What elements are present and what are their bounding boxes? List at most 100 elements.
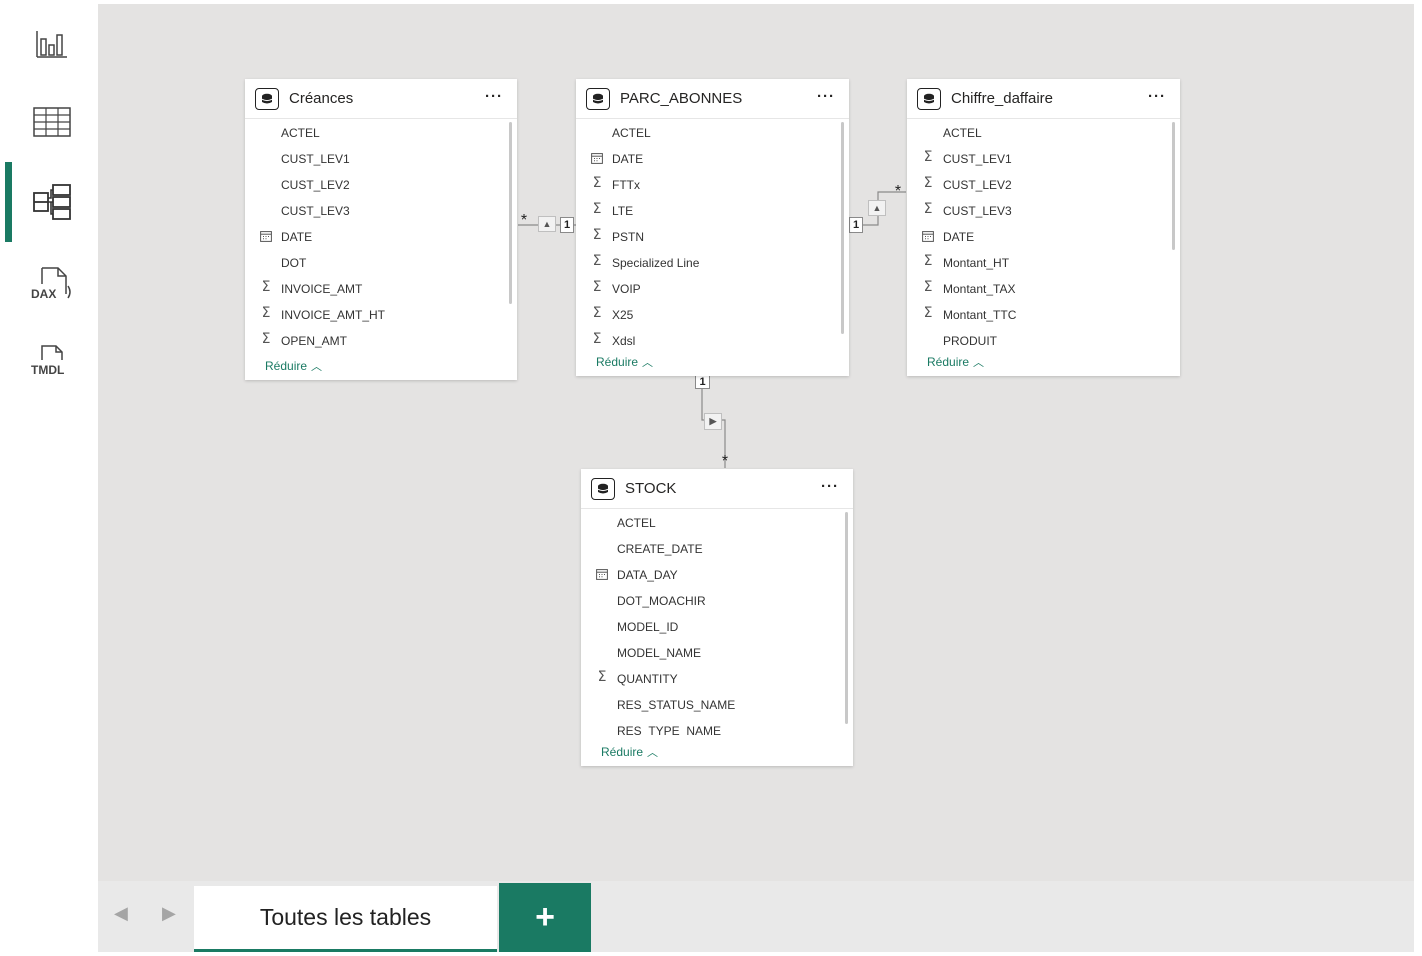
scroll-left-icon[interactable]: ◀ — [114, 903, 128, 924]
more-options-icon[interactable]: ··· — [817, 88, 835, 105]
field-row[interactable]: Σ FTTx — [576, 172, 849, 198]
sigma-icon: Σ — [923, 279, 933, 295]
field-row[interactable]: Σ OPEN_AMT — [245, 328, 517, 350]
field-row[interactable]: Σ Montant_TTC — [907, 302, 1180, 328]
field-name: VOIP — [612, 282, 641, 296]
add-layout-button[interactable]: + — [499, 883, 591, 952]
field-list-scrollbar[interactable] — [509, 122, 512, 304]
field-row[interactable]: Σ Montant_HT — [907, 250, 1180, 276]
field-row[interactable]: Σ Montant_TAX — [907, 276, 1180, 302]
table-card-chiffre-daffaire[interactable]: Chiffre_daffaire ··· ACTEL Σ CUST_LEV1 Σ CUS… — [907, 79, 1180, 376]
field-name: FTTx — [612, 178, 640, 192]
more-options-icon[interactable]: ··· — [1148, 88, 1166, 105]
field-row[interactable]: Σ QUANTITY — [581, 666, 853, 692]
field-list[interactable]: ACTEL DATE Σ FTTx Σ LTE Σ PSTN Σ Specialized Line… — [576, 120, 849, 346]
field-row[interactable]: DATA_DAY — [581, 562, 853, 588]
sigma-icon: Σ — [592, 253, 602, 269]
field-row[interactable]: DATE — [907, 224, 1180, 250]
field-row[interactable]: Σ LTE — [576, 198, 849, 224]
field-name: MODEL_ID — [617, 620, 679, 634]
model-view-button[interactable] — [5, 162, 98, 242]
table-header[interactable]: Chiffre_daffaire ··· — [907, 79, 1180, 119]
filter-direction-arrow-icon[interactable]: ▶ — [704, 413, 722, 430]
table-header[interactable]: Créances ··· — [245, 79, 517, 119]
field-row[interactable]: ACTEL — [576, 120, 849, 146]
collapse-label: Réduire — [265, 359, 308, 373]
filter-direction-arrow-icon[interactable]: ▲ — [868, 200, 886, 216]
scroll-right-icon[interactable]: ▶ — [162, 903, 176, 924]
sigma-icon: Σ — [261, 331, 271, 347]
field-row[interactable]: Σ CUST_LEV1 — [907, 146, 1180, 172]
field-row[interactable]: Σ VOIP — [576, 276, 849, 302]
more-options-icon[interactable]: ··· — [821, 478, 839, 495]
field-row[interactable]: DATE — [245, 224, 517, 250]
field-list-scrollbar[interactable] — [845, 512, 848, 724]
field-name: CREATE_DATE — [617, 542, 703, 556]
table-title: PARC_ABONNES — [620, 90, 743, 107]
field-row[interactable]: MODEL_NAME — [581, 640, 853, 666]
field-row[interactable]: Σ PSTN — [576, 224, 849, 250]
field-row[interactable]: DATE — [576, 146, 849, 172]
view-switcher-rail: DAX TMDL — [5, 4, 98, 952]
field-type-blank-icon — [595, 723, 609, 736]
sigma-icon: Σ — [592, 279, 602, 295]
sigma-icon: Σ — [592, 305, 602, 321]
field-row[interactable]: ACTEL — [581, 510, 853, 536]
table-card-parc-abonnes[interactable]: PARC_ABONNES ··· ACTEL DATE Σ FTTx Σ LTE Σ PSTN… — [576, 79, 849, 376]
field-row[interactable]: Σ INVOICE_AMT_HT — [245, 302, 517, 328]
field-row[interactable]: MODEL_ID — [581, 614, 853, 640]
table-header[interactable]: PARC_ABONNES ··· — [576, 79, 849, 119]
collapse-button[interactable]: Réduire ︿ — [265, 358, 322, 374]
table-card-creances[interactable]: Créances ··· ACTEL CUST_LEV1 CUST_LEV2 CUST… — [245, 79, 517, 380]
field-row[interactable]: ACTEL — [245, 120, 517, 146]
collapse-label: Réduire — [596, 355, 639, 369]
more-options-icon[interactable]: ··· — [485, 88, 503, 105]
field-list[interactable]: ACTEL Σ CUST_LEV1 Σ CUST_LEV2 Σ CUST_LEV3 DATE Σ… — [907, 120, 1180, 346]
tab-all-tables[interactable]: Toutes les tables — [194, 886, 497, 952]
field-row[interactable]: ACTEL — [907, 120, 1180, 146]
field-row[interactable]: RES_TYPE_NAME — [581, 718, 853, 736]
collapse-button[interactable]: Réduire ︿ — [927, 354, 984, 370]
collapse-button[interactable]: Réduire ︿ — [596, 354, 653, 370]
table-view-button[interactable] — [5, 92, 98, 152]
tmdl-view-button[interactable]: TMDL — [5, 332, 98, 392]
field-row[interactable]: PRODUIT — [907, 328, 1180, 346]
field-list-scrollbar[interactable] — [1172, 122, 1175, 250]
field-row[interactable]: Σ CUST_LEV3 — [907, 198, 1180, 224]
sigma-icon: Σ — [592, 175, 602, 191]
field-name: ACTEL — [943, 126, 982, 140]
field-list[interactable]: ACTEL CUST_LEV1 CUST_LEV2 CUST_LEV3 DATE DOT Σ… — [245, 120, 517, 350]
dax-query-view-button[interactable]: DAX — [5, 254, 98, 314]
field-name: DATE — [943, 230, 975, 244]
field-row[interactable]: CUST_LEV1 — [245, 146, 517, 172]
field-row[interactable]: CREATE_DATE — [581, 536, 853, 562]
model-canvas[interactable]: * ▲ 1 1 ▲ * 1 ▶ * Créances ··· ACTEL CUST… — [98, 4, 1414, 881]
tmdl-label: TMDL — [31, 363, 64, 377]
report-view-button[interactable] — [5, 14, 98, 74]
filter-direction-arrow-icon[interactable]: ▲ — [538, 216, 556, 232]
field-row[interactable]: Σ X25 — [576, 302, 849, 328]
field-list[interactable]: ACTEL CREATE_DATE DATA_DAY DOT_MOACHIR MODEL… — [581, 510, 853, 736]
field-row[interactable]: CUST_LEV2 — [245, 172, 517, 198]
field-type-blank-icon — [921, 333, 935, 346]
field-row[interactable]: Σ Xdsl — [576, 328, 849, 346]
many-cardinality-marker: * — [894, 183, 902, 200]
field-name: INVOICE_AMT_HT — [281, 308, 386, 322]
field-row[interactable]: DOT — [245, 250, 517, 276]
field-name: Specialized Line — [612, 256, 700, 270]
field-row[interactable]: Σ Specialized Line — [576, 250, 849, 276]
field-list-scrollbar[interactable] — [841, 122, 844, 334]
field-row[interactable]: CUST_LEV3 — [245, 198, 517, 224]
field-name: CUST_LEV3 — [281, 204, 350, 218]
field-row[interactable]: Σ CUST_LEV2 — [907, 172, 1180, 198]
field-row[interactable]: RES_STATUS_NAME — [581, 692, 853, 718]
table-header[interactable]: STOCK ··· — [581, 469, 853, 509]
field-row[interactable]: Σ INVOICE_AMT — [245, 276, 517, 302]
sigma-icon: Σ — [923, 305, 933, 321]
table-card-stock[interactable]: STOCK ··· ACTEL CREATE_DATE DATA_DAY DOT_MO… — [581, 469, 853, 766]
model-diagram-icon — [32, 184, 71, 220]
sigma-icon: Σ — [592, 227, 602, 243]
collapse-button[interactable]: Réduire ︿ — [601, 744, 658, 760]
field-row[interactable]: DOT_MOACHIR — [581, 588, 853, 614]
field-name: ACTEL — [612, 126, 651, 140]
